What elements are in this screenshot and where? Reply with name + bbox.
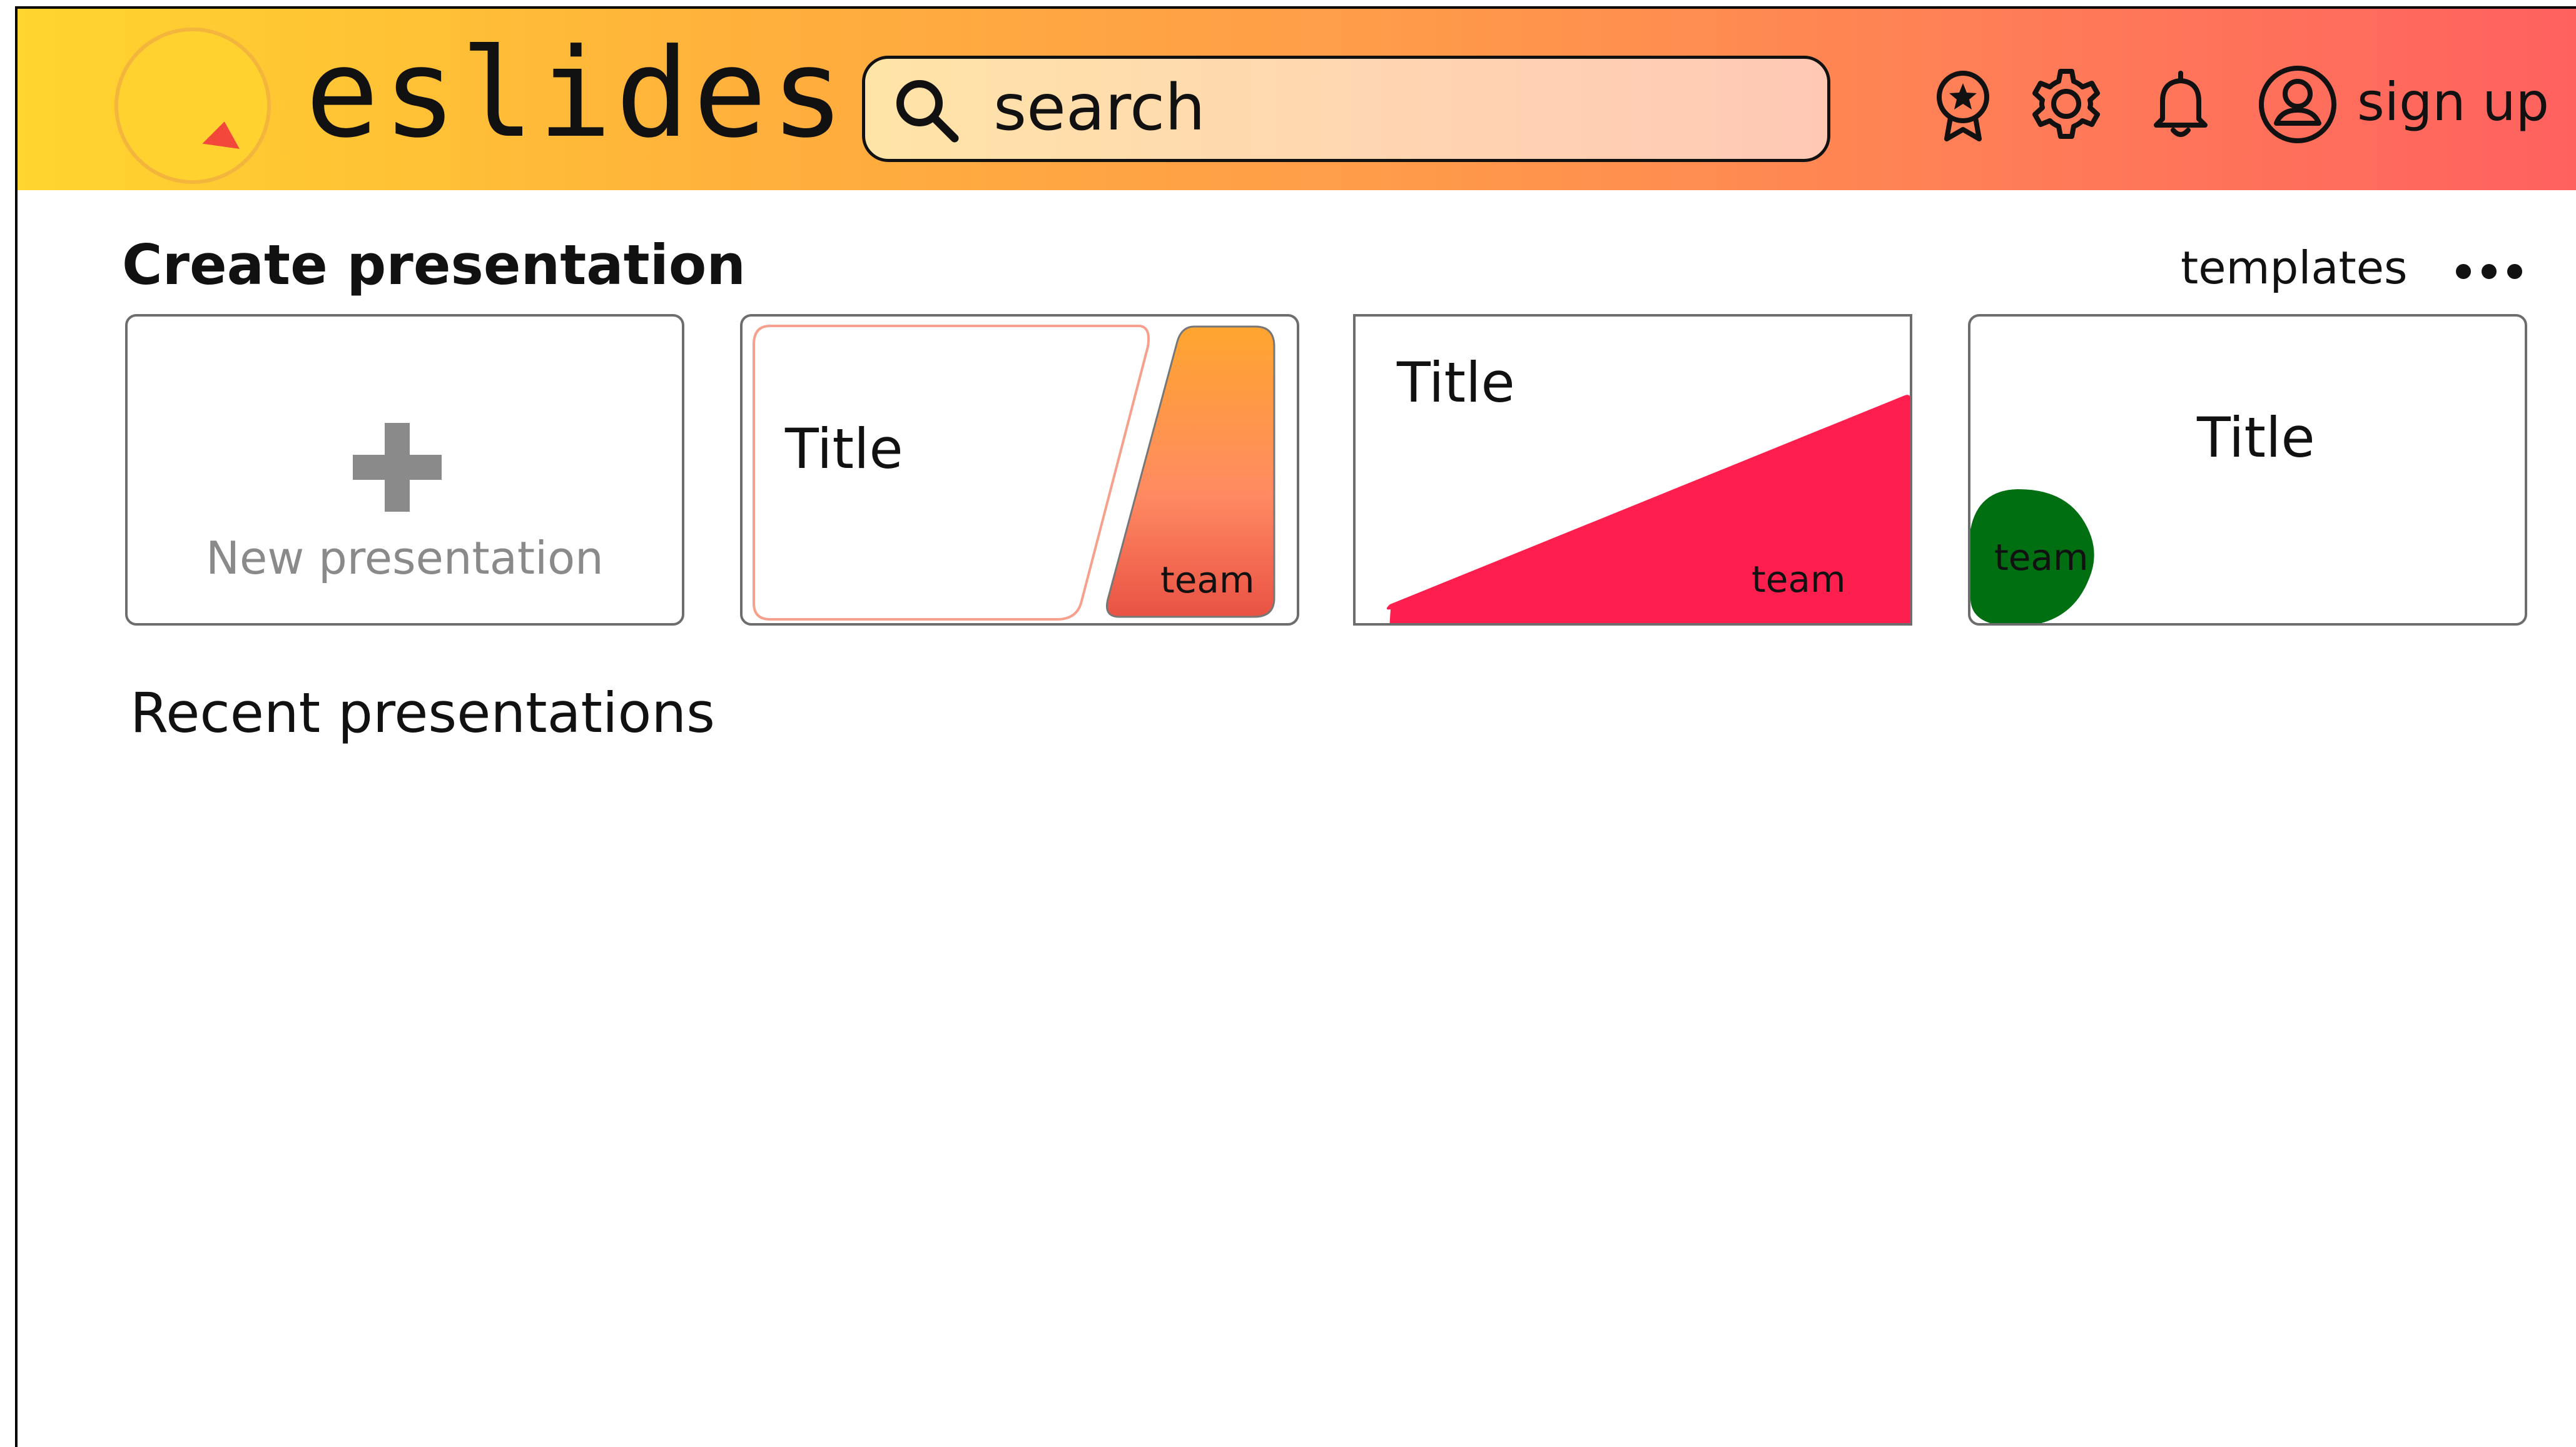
logo-triangle-icon xyxy=(202,119,243,149)
recent-presentations-heading: Recent presentations xyxy=(130,681,715,745)
template-card-title: Title xyxy=(1397,350,1515,415)
brand-name[interactable]: eslides xyxy=(305,33,848,155)
template-card-green[interactable]: Title team xyxy=(1968,314,2527,626)
search-input[interactable] xyxy=(993,70,1769,145)
gear-icon[interactable] xyxy=(2029,66,2104,141)
new-presentation-label: New presentation xyxy=(206,532,604,584)
templates-link[interactable]: templates xyxy=(2181,245,2408,290)
sign-up-button[interactable]: sign up xyxy=(2257,64,2549,145)
user-icon xyxy=(2259,66,2336,143)
sign-up-label: sign up xyxy=(2357,71,2549,133)
search-icon[interactable] xyxy=(890,74,965,149)
team-label: team xyxy=(1752,558,1846,601)
logo-icon[interactable] xyxy=(114,28,271,184)
create-presentation-heading: Create presentation xyxy=(122,233,746,297)
top-navigation-bar: eslides sign up xyxy=(18,9,2576,190)
team-label: team xyxy=(1160,559,1255,601)
template-card-orange[interactable]: Title team xyxy=(740,314,1299,626)
award-icon[interactable] xyxy=(1925,66,2000,141)
more-options-icon[interactable] xyxy=(2455,259,2523,284)
template-card-red[interactable]: Title team xyxy=(1353,314,1912,626)
team-label: team xyxy=(1994,536,2089,579)
template-card-title: Title xyxy=(785,417,903,481)
bell-icon[interactable] xyxy=(2143,66,2218,141)
green-template-preview xyxy=(1970,489,2094,623)
plus-icon xyxy=(353,423,442,512)
template-card-title: Title xyxy=(2197,405,2315,470)
search-box[interactable] xyxy=(862,56,1830,162)
new-presentation-card[interactable]: New presentation xyxy=(125,314,684,626)
